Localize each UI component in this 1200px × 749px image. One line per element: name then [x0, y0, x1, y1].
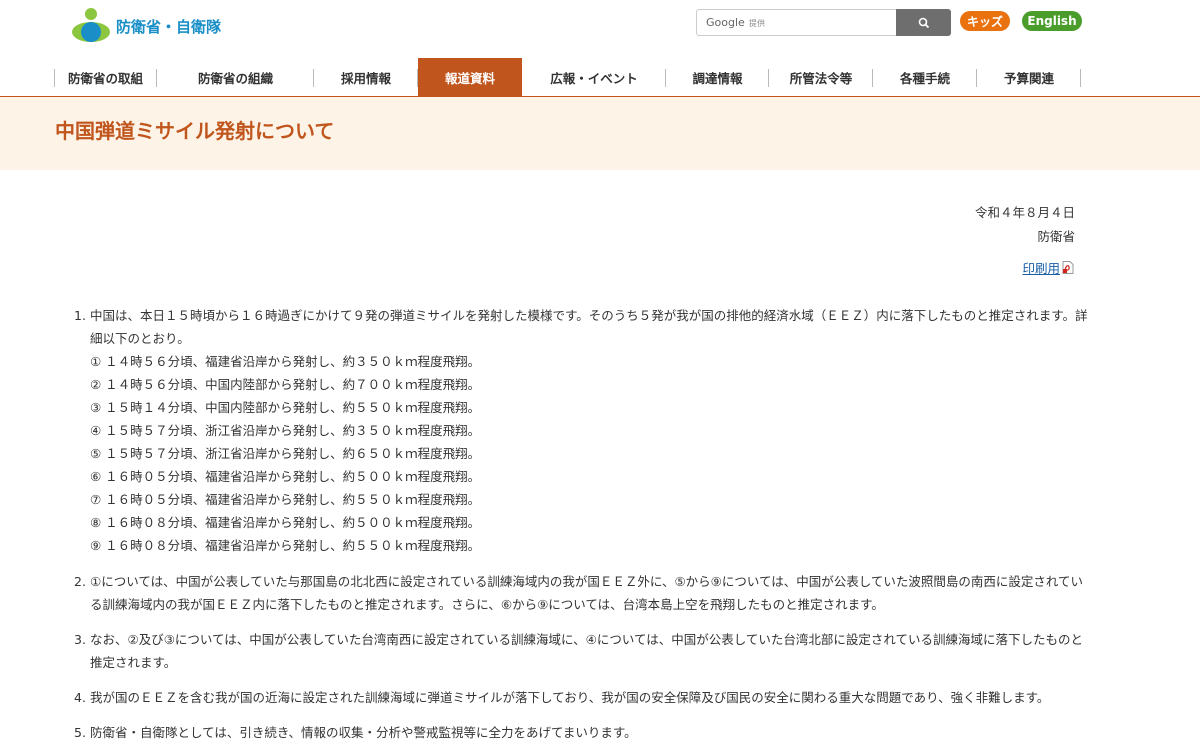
nav-item-yosan[interactable]: 予算関連 — [977, 58, 1081, 96]
list-item-text: 中国は、本日１５時頃から１６時過ぎにかけて９発の弾道ミサイルを発射した模様です。… — [90, 308, 1088, 346]
print-link-label: 印刷用 — [1022, 261, 1060, 276]
nav-item-tetsuzuki[interactable]: 各種手続 — [873, 58, 977, 96]
list-number: 5. — [74, 725, 86, 740]
sub-item: ⑥ １６時０５分頃、福建省沿岸から発射し、約５００ｋｍ程度飛翔。 — [90, 469, 481, 484]
sub-item: ⑧ １６時０８分頃、福建省沿岸から発射し、約５００ｋｍ程度飛翔。 — [90, 515, 481, 530]
global-nav: 防衛省の取組 防衛省の組織 採用情報 報道資料 広報・イベント 調達情報 所管法… — [54, 58, 1094, 96]
print-link[interactable]: 印刷用 — [1022, 258, 1074, 277]
site-header: 防衛省・自衛隊 Google 提供 キッズ English — [0, 0, 1200, 58]
sub-item: ⑨ １６時０８分頃、福建省沿岸から発射し、約５５０ｋｍ程度飛翔。 — [90, 538, 481, 553]
list-item-text: ①については、中国が公表していた与那国島の北北西に設定されている訓練海域内の我が… — [90, 574, 1083, 612]
search-icon — [918, 17, 929, 28]
nav-item-soshiki[interactable]: 防衛省の組織 — [157, 58, 314, 96]
logo-text: 防衛省・自衛隊 — [116, 17, 222, 36]
list-number: 3. — [74, 632, 86, 647]
sub-item: ④ １５時５７分頃、浙江省沿岸から発射し、約３５０ｋｍ程度飛翔。 — [90, 423, 481, 438]
search-provided-label: 提供 — [749, 19, 765, 28]
statement-list: 1. 中国は、本日１５時頃から１６時過ぎにかけて９発の弾道ミサイルを発射した模様… — [74, 304, 1094, 744]
sub-item: ② １４時５６分頃、中国内陸部から発射し、約７００ｋｍ程度飛翔。 — [90, 377, 481, 392]
nav-item-saiyo[interactable]: 採用情報 — [314, 58, 418, 96]
list-item-text: 我が国のＥＥＺを含む我が国の近海に設定された訓練海域に弾道ミサイルが落下しており… — [90, 690, 1050, 705]
kids-button[interactable]: キッズ — [960, 11, 1010, 31]
google-brand-label: Google — [706, 16, 745, 29]
site-logo[interactable]: 防衛省・自衛隊 — [70, 6, 221, 46]
sub-item: ⑤ １５時５７分頃、浙江省沿岸から発射し、約６５０ｋｍ程度飛翔。 — [90, 446, 481, 461]
nav-item-koho[interactable]: 広報・イベント — [522, 58, 666, 96]
release-org: 防衛省 — [1037, 229, 1075, 244]
list-item: 3. なお、②及び③については、中国が公表していた台湾南西に設定されている訓練海… — [74, 628, 1094, 674]
english-button[interactable]: English — [1022, 11, 1082, 31]
sub-item: ③ １５時１４分頃、中国内陸部から発射し、約５５０ｋｍ程度飛翔。 — [90, 400, 481, 415]
list-number: 2. — [74, 574, 86, 589]
list-item: 5. 防衛省・自衛隊としては、引き続き、情報の収集・分析や警戒監視等に全力をあげ… — [74, 721, 1094, 744]
nav-item-hodo[interactable]: 報道資料 — [418, 58, 522, 96]
list-item: 1. 中国は、本日１５時頃から１６時過ぎにかけて９発の弾道ミサイルを発射した模様… — [74, 304, 1094, 557]
nav-item-chotatsu[interactable]: 調達情報 — [666, 58, 769, 96]
sub-item: ① １４時５６分頃、福建省沿岸から発射し、約３５０ｋｍ程度飛翔。 — [90, 354, 481, 369]
list-item-text: 防衛省・自衛隊としては、引き続き、情報の収集・分析や警戒監視等に全力をあげてまい… — [90, 725, 637, 740]
search-box: Google 提供 — [696, 9, 896, 36]
list-item: 2. ①については、中国が公表していた与那国島の北北西に設定されている訓練海域内… — [74, 570, 1094, 616]
logo-emblem-icon — [72, 8, 110, 42]
release-date: 令和４年８月４日 — [974, 205, 1075, 220]
list-number: 4. — [74, 690, 86, 705]
list-item: 4. 我が国のＥＥＺを含む我が国の近海に設定された訓練海域に弾道ミサイルが落下し… — [74, 686, 1094, 709]
nav-item-horei[interactable]: 所管法令等 — [769, 58, 873, 96]
list-item-text: なお、②及び③については、中国が公表していた台湾南西に設定されている訓練海域に、… — [90, 632, 1083, 670]
nav-item-torikumi[interactable]: 防衛省の取組 — [54, 58, 157, 96]
search-input[interactable] — [787, 13, 891, 33]
page-title: 中国弾道ミサイル発射について — [55, 119, 335, 143]
list-number: 1. — [74, 308, 86, 323]
search-button[interactable] — [896, 9, 951, 36]
pdf-icon — [1062, 261, 1074, 274]
sub-item: ⑦ １６時０５分頃、福建省沿岸から発射し、約５５０ｋｍ程度飛翔。 — [90, 492, 481, 507]
